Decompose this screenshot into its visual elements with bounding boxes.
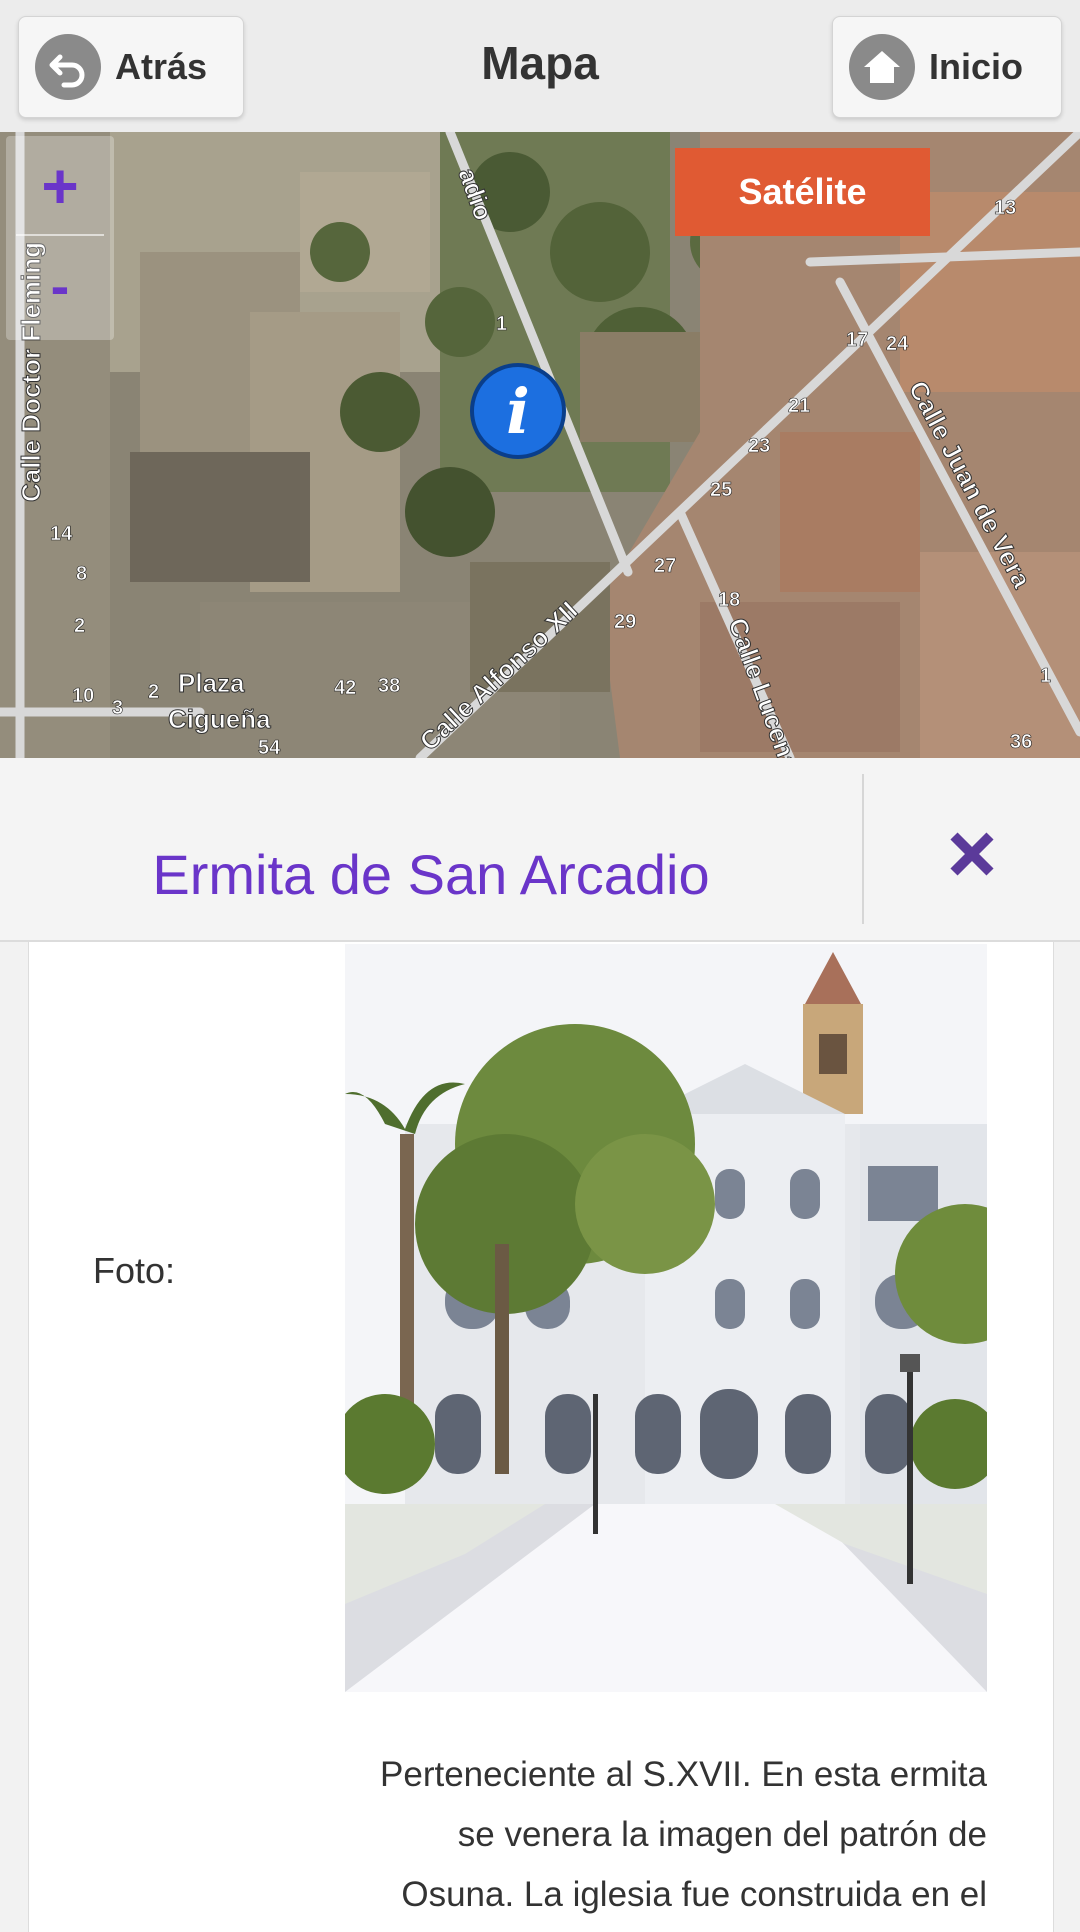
zoom-divider [16, 234, 104, 236]
house-number: 17 [846, 329, 868, 351]
house-number: 18 [718, 589, 740, 611]
house-number: 54 [258, 737, 281, 758]
zoom-control: + - [6, 136, 114, 340]
house-number: 3 [112, 697, 123, 719]
zoom-out-button[interactable]: - [6, 240, 114, 332]
house-number: 2 [74, 615, 85, 637]
description-text: Perteneciente al S.XVII. En esta ermita … [380, 1755, 987, 1914]
house-number: 23 [748, 435, 770, 457]
top-bar: Atrás Mapa Inicio [0, 0, 1080, 133]
street-label-ciguena: Cigueña [168, 704, 271, 734]
home-icon [849, 34, 915, 100]
house-number: 1 [496, 313, 507, 335]
house-number: 24 [886, 333, 909, 355]
popup-divider [862, 774, 864, 924]
house-number: 29 [614, 611, 636, 633]
house-number: 25 [710, 479, 732, 501]
home-button[interactable]: Inicio [832, 16, 1062, 118]
church-illustration [345, 944, 987, 1692]
house-number: 21 [788, 395, 810, 417]
house-number: 36 [1010, 731, 1032, 753]
street-label-plaza: Plaza [178, 668, 245, 698]
close-icon [950, 832, 994, 876]
house-number: 1 [1040, 665, 1051, 687]
close-button[interactable] [940, 822, 1004, 886]
house-number: 14 [50, 523, 73, 545]
house-number: 27 [654, 555, 676, 577]
hermitage-photo [345, 944, 987, 1692]
satellite-toggle-button[interactable]: Satélite [675, 148, 930, 236]
house-number: 10 [72, 685, 94, 707]
house-number: 13 [994, 197, 1016, 219]
popup-title: Ermita de San Arcadio [152, 843, 710, 906]
zoom-in-button[interactable]: + [6, 140, 114, 232]
house-number: 38 [378, 675, 400, 697]
home-label: Inicio [929, 46, 1024, 87]
house-number: 42 [334, 677, 356, 699]
info-marker-icon[interactable]: i [470, 363, 566, 459]
house-number: 8 [76, 563, 87, 585]
house-number: 2 [148, 681, 159, 703]
popup-header: Ermita de San Arcadio [0, 758, 1080, 942]
photo-label: Foto: [93, 1250, 176, 1291]
